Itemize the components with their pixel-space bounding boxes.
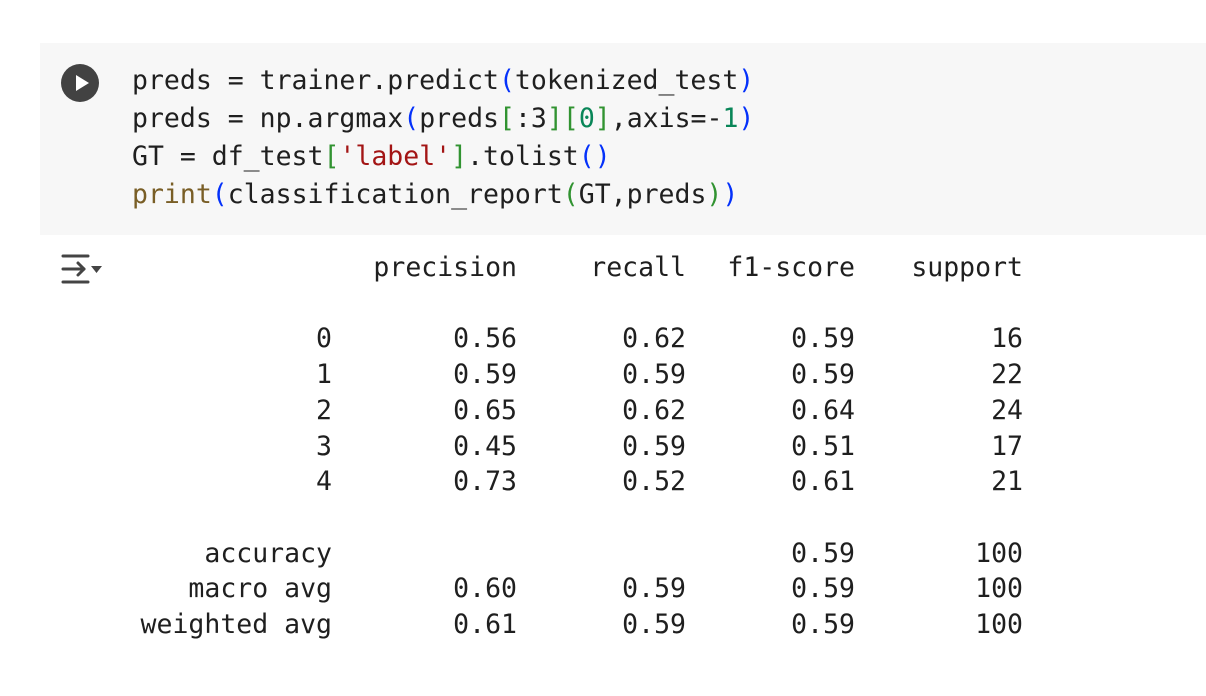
- code-token: (: [403, 103, 420, 134]
- code-token: (: [498, 65, 515, 96]
- summary-cell-support: 100: [975, 609, 1023, 640]
- code-token: print: [132, 179, 212, 210]
- summary-cell-support: 100: [975, 538, 1023, 569]
- code-token: [: [562, 103, 579, 134]
- code-editor[interactable]: preds = trainer.predict(tokenized_test) p…: [132, 62, 754, 214]
- header-support: support: [911, 252, 1023, 283]
- report-cell-support: 21: [991, 466, 1023, 497]
- code-token: .tolist: [467, 141, 579, 172]
- code-token: preds: [419, 103, 499, 134]
- code-token: 1: [722, 103, 739, 134]
- code-token: tokenized_test: [514, 65, 739, 96]
- code-token: GT = df_test: [132, 141, 324, 172]
- code-token: preds = np.argmax: [132, 103, 404, 134]
- output-toggle-button[interactable]: [58, 250, 106, 288]
- code-token: ]: [546, 103, 563, 134]
- code-token: 'label': [339, 141, 452, 172]
- code-token: 0: [578, 103, 595, 134]
- summary-cell-support: 100: [975, 573, 1023, 604]
- code-token: ]: [451, 141, 468, 172]
- play-icon: [76, 75, 89, 91]
- code-token: ,axis=-: [610, 103, 723, 134]
- output-toggle-icon: [61, 254, 102, 284]
- report-cell-support: 22: [991, 359, 1023, 390]
- code-token: (: [211, 179, 228, 210]
- code-token: preds = trainer.predict: [132, 65, 499, 96]
- code-line: preds = np.argmax(preds[:3][0],axis=-1): [132, 100, 754, 138]
- code-token: ): [738, 65, 755, 96]
- code-token: classification_report: [227, 179, 563, 210]
- report-cell-support: 24: [991, 395, 1023, 426]
- code-token: [: [498, 103, 515, 134]
- code-token: ): [706, 179, 723, 210]
- code-token: ): [722, 179, 739, 210]
- code-line: preds = trainer.predict(tokenized_test): [132, 62, 754, 100]
- code-token: ): [738, 103, 755, 134]
- report-cell-support: 16: [991, 323, 1023, 354]
- code-line: GT = df_test['label'].tolist(): [132, 138, 754, 176]
- code-token: ): [594, 141, 611, 172]
- code-token: :3: [514, 103, 547, 134]
- code-token: (: [562, 179, 579, 210]
- summary-cell-label: accuracy: [204, 538, 332, 569]
- run-cell-button[interactable]: [61, 64, 99, 102]
- report-cell-support: 17: [991, 431, 1023, 462]
- code-token: ]: [594, 103, 611, 134]
- code-token: [: [323, 141, 340, 172]
- code-line: print(classification_report(GT,preds)): [132, 176, 754, 214]
- code-token: GT,preds: [578, 179, 707, 210]
- code-token: (: [578, 141, 595, 172]
